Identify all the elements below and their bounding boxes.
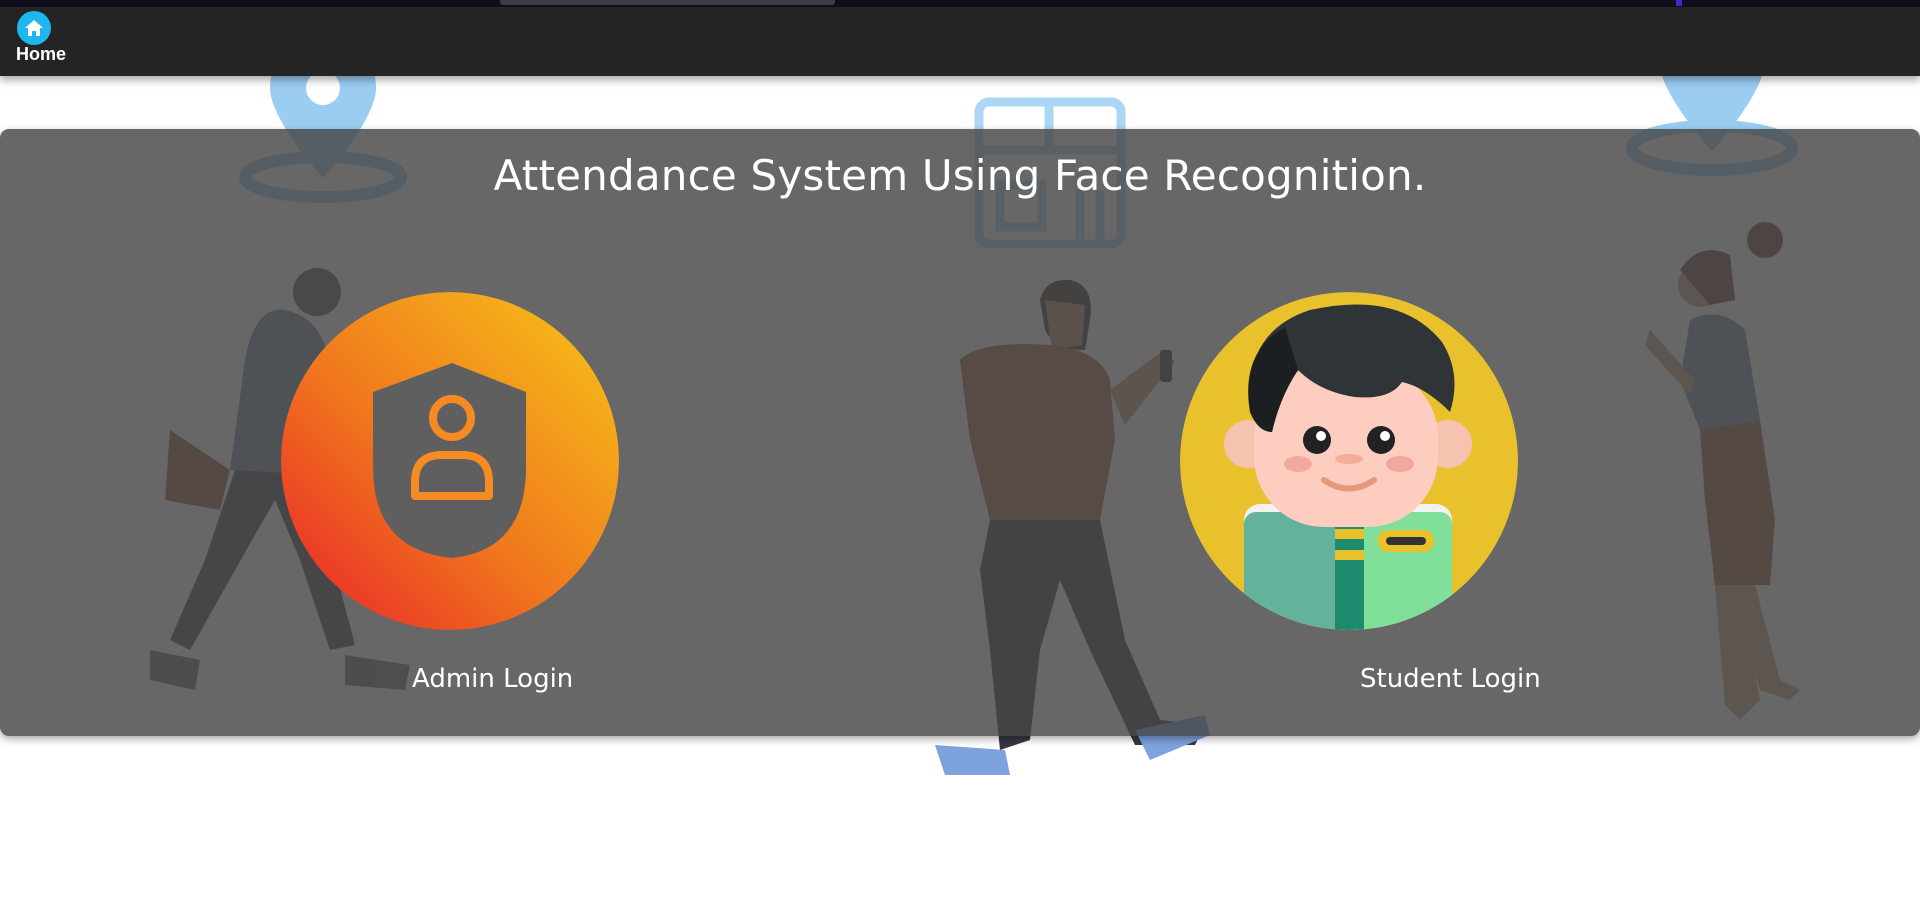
page: Home Attendance System Using Face Recogn…: [0, 0, 1920, 907]
strip-segment: [1676, 0, 1682, 6]
student-login-label[interactable]: Student Login: [1360, 664, 1541, 694]
home-label: Home: [16, 44, 67, 64]
student-login-card[interactable]: Student Login: [1180, 292, 1541, 712]
browser-strip: [0, 0, 1920, 7]
home-link[interactable]: Home: [14, 11, 70, 67]
admin-login-label[interactable]: Admin Login: [412, 664, 573, 694]
top-navbar: Home: [0, 0, 1920, 76]
main-panel: Attendance System Using Face Recognition…: [0, 129, 1920, 736]
strip-segment: [500, 0, 835, 5]
home-icon: [17, 11, 51, 45]
admin-login-card[interactable]: Admin Login: [281, 292, 619, 712]
admin-shield-user-icon[interactable]: [281, 292, 619, 630]
page-title: Attendance System Using Face Recognition…: [493, 151, 1427, 200]
student-avatar-icon[interactable]: [1180, 292, 1518, 630]
